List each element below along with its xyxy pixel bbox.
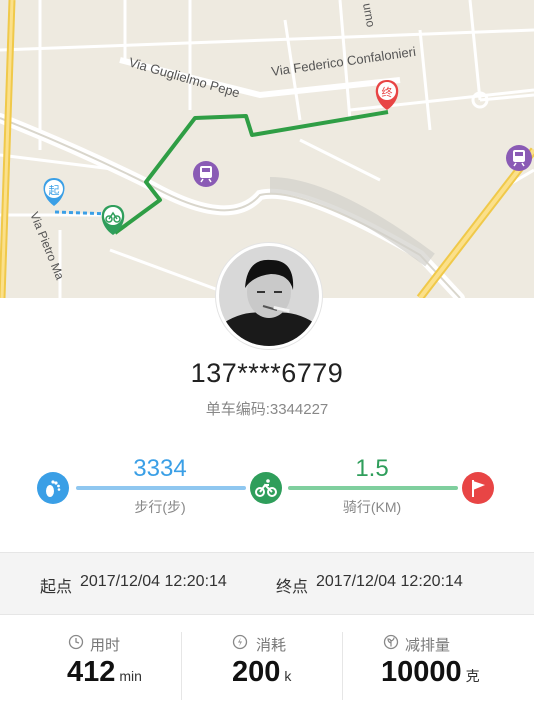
metric-label: 减排量 — [405, 637, 451, 654]
svg-text:终: 终 — [382, 85, 393, 99]
ride-bar — [288, 486, 458, 490]
avatar-photo — [219, 246, 319, 346]
avatar[interactable] — [216, 243, 322, 349]
trip-times: 起点 2017/12/04 12:20:14 终点 2017/12/04 12:… — [0, 552, 534, 615]
ride-value: 1.5 — [355, 455, 389, 482]
walk-value: 3334 — [133, 455, 187, 482]
metric-energy: 消耗 200 k — [182, 614, 360, 718]
walk-icon — [37, 472, 69, 504]
bike-id: 单车编码:3344227 — [205, 401, 329, 418]
metric-value: 412 min — [67, 656, 142, 688]
metric-value: 10000 克 — [381, 656, 480, 688]
train-station-icon — [506, 145, 532, 171]
metric-emission: 减排量 10000 克 — [343, 614, 521, 718]
leaf-icon — [383, 634, 399, 655]
flag-icon — [462, 472, 494, 504]
end-label: 终点 — [276, 579, 309, 596]
start-label: 起点 — [40, 579, 73, 596]
train-station-icon — [193, 161, 219, 187]
metric-label: 消耗 — [256, 637, 287, 654]
start-time: 2017/12/04 12:20:14 — [80, 573, 227, 590]
metric-duration: 用时 412 min — [0, 614, 178, 718]
metric-label: 用时 — [90, 637, 121, 654]
walk-label: 步行(步) — [134, 499, 186, 515]
svg-text:起: 起 — [49, 184, 60, 197]
ride-label: 骑行(KM) — [342, 499, 402, 515]
user-phone: 137****6779 — [190, 358, 344, 388]
energy-icon — [232, 634, 248, 655]
clock-icon — [68, 634, 84, 655]
walk-bar — [76, 486, 246, 490]
metric-value: 200 k — [232, 656, 292, 688]
bike-icon — [250, 472, 282, 504]
end-time: 2017/12/04 12:20:14 — [316, 573, 463, 590]
